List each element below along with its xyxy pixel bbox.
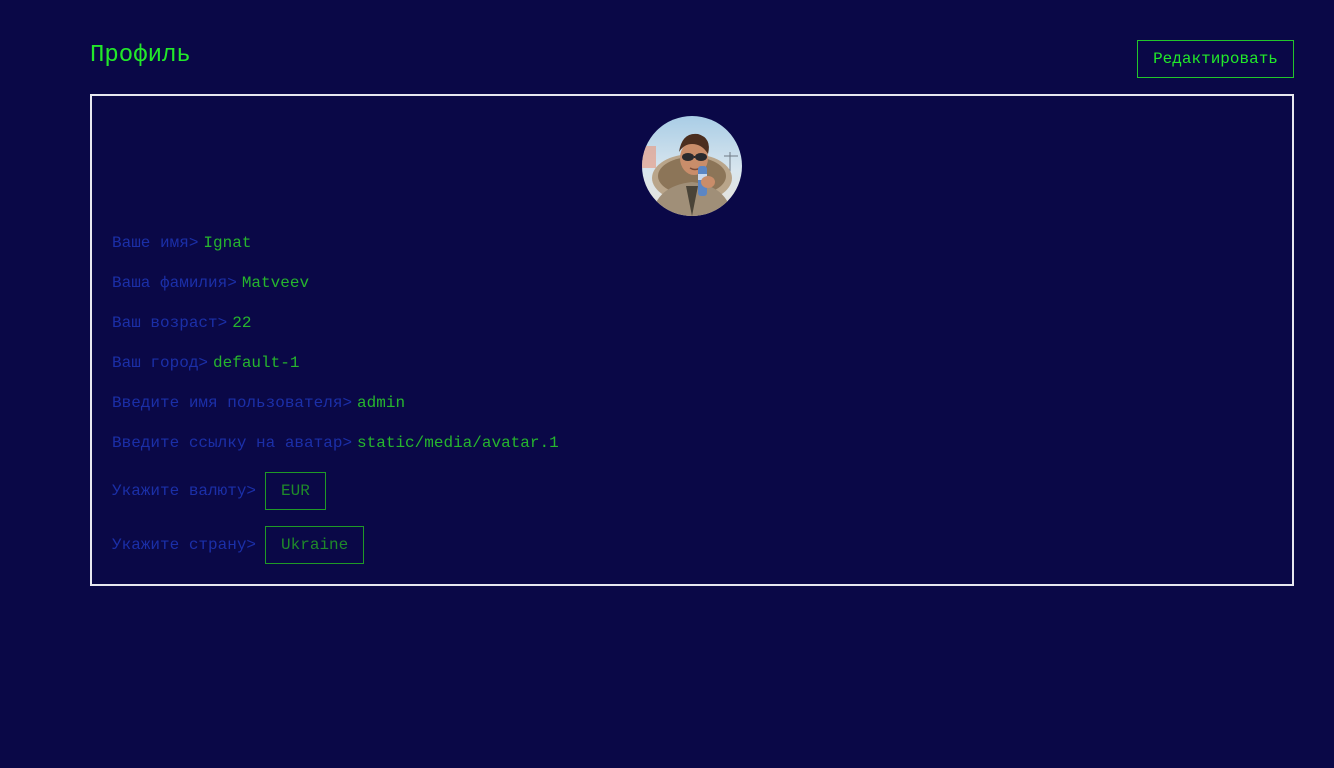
field-city: Ваш город> default-1 — [112, 354, 299, 372]
page-title: Профиль — [90, 42, 191, 69]
field-first-name: Ваше имя> Ignat — [112, 234, 251, 252]
country-select[interactable]: Ukraine — [265, 526, 365, 564]
field-label: Ваше имя> — [112, 234, 199, 252]
profile-page: Профиль Редактировать Ваше имя> Ignat Ва… — [0, 0, 1334, 768]
field-value: Ignat — [203, 234, 252, 252]
field-label: Укажите страну> — [112, 536, 257, 554]
field-last-name: Ваша фамилия> Matveev — [112, 274, 309, 292]
field-value: 22 — [232, 314, 252, 332]
field-label: Укажите валюту> — [112, 482, 257, 500]
field-age: Ваш возраст> 22 — [112, 314, 251, 332]
field-label: Ваша фамилия> — [112, 274, 237, 292]
field-value: default-1 — [213, 354, 300, 372]
field-value: Matveev — [241, 274, 310, 292]
field-label: Ваш возраст> — [112, 314, 228, 332]
field-currency: Укажите валюту> EUR — [112, 472, 326, 510]
field-label: Ваш город> — [112, 354, 209, 372]
field-value: static/media/avatar.1 — [357, 434, 559, 452]
user-photo-avatar-icon — [642, 116, 742, 216]
currency-select[interactable]: EUR — [265, 472, 326, 510]
field-label: Введите ссылку на аватар> — [112, 434, 353, 452]
avatar — [642, 116, 742, 216]
field-avatar-link: Введите ссылку на аватар> static/media/a… — [112, 434, 559, 452]
field-label: Введите имя пользователя> — [112, 394, 353, 412]
field-country: Укажите страну> Ukraine — [112, 526, 365, 564]
edit-button[interactable]: Редактировать — [1137, 40, 1294, 78]
profile-card: Ваше имя> Ignat Ваша фамилия> Matveev Ва… — [90, 94, 1294, 586]
field-username: Введите имя пользователя> admin — [112, 394, 405, 412]
field-value: admin — [357, 394, 406, 412]
